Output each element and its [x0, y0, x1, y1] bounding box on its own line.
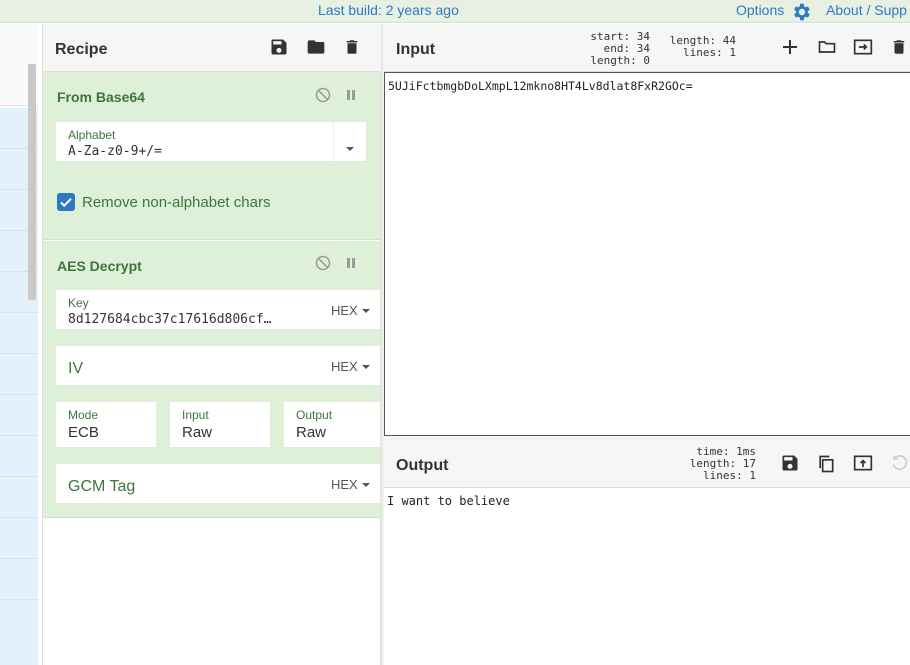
output-title: Output	[396, 457, 449, 474]
iv-placeholder: IV	[68, 360, 84, 377]
about-support-link[interactable]: About / Supp	[826, 2, 907, 18]
operation-title: From Base64	[57, 89, 145, 105]
output-stats: time: 1ms length: 17 lines: 1	[668, 446, 756, 482]
list-divider	[0, 558, 38, 559]
gcm-format-dropdown[interactable]: HEX	[331, 477, 370, 492]
list-divider	[0, 476, 38, 477]
recipe-title: Recipe	[55, 41, 108, 58]
operations-panel	[0, 24, 38, 665]
last-build-text: Last build: 2 years ago	[318, 2, 459, 18]
stat-lines: lines: 1	[703, 469, 756, 482]
input-header: Input start: 34 end: 34 length: 0 length…	[384, 24, 910, 72]
remove-nonalpha-checkbox[interactable]	[57, 193, 75, 211]
list-divider	[0, 435, 38, 436]
iv-format-dropdown[interactable]: HEX	[331, 359, 370, 374]
gcm-tag-placeholder: GCM Tag	[68, 478, 136, 495]
input-length-stats: length: 44 lines: 1	[660, 35, 736, 59]
input-format-value: Raw	[182, 424, 213, 441]
alphabet-value: A-Za-z0-9+/=	[68, 144, 162, 159]
undo-icon[interactable]	[890, 453, 910, 475]
pause-icon[interactable]	[343, 87, 359, 103]
input-title: Input	[396, 41, 436, 58]
folder-icon[interactable]	[305, 37, 327, 59]
pause-icon[interactable]	[343, 255, 359, 271]
key-value: 8d127684cbc37c17616d806cf…	[68, 312, 272, 327]
input-format-label: Input	[182, 408, 209, 422]
mode-field[interactable]: Mode ECB	[56, 402, 156, 448]
copy-icon[interactable]	[816, 453, 838, 475]
list-divider	[0, 394, 38, 395]
key-format-label: HEX	[331, 303, 358, 318]
list-divider	[0, 599, 38, 600]
list-divider	[0, 517, 38, 518]
iv-format-label: HEX	[331, 359, 358, 374]
operations-scrollbar[interactable]	[28, 64, 36, 300]
gcm-tag-field[interactable]: GCM Tag HEX	[56, 464, 380, 504]
output-format-field[interactable]: Output Raw	[284, 402, 380, 448]
options-link[interactable]: Options	[736, 2, 784, 18]
gear-icon[interactable]	[790, 1, 812, 23]
input-format-field[interactable]: Input Raw	[170, 402, 270, 448]
stat-sel-length: length: 0	[590, 54, 650, 67]
stat-lines: lines: 1	[683, 46, 736, 59]
iv-field[interactable]: IV HEX	[56, 346, 380, 386]
clear-input-trash-icon[interactable]	[890, 37, 910, 59]
list-divider	[0, 312, 38, 313]
gcm-format-label: HEX	[331, 477, 358, 492]
input-panel: Input start: 34 end: 34 length: 0 length…	[384, 24, 910, 437]
input-textarea[interactable]: 5UJiFctbmgbDoLXmpL12mkno8HT4Lv8dlat8FxR2…	[384, 72, 910, 436]
save-icon[interactable]	[269, 37, 291, 59]
add-input-icon[interactable]	[780, 37, 802, 59]
output-format-label: Output	[296, 408, 333, 422]
chevron-down-icon[interactable]	[346, 140, 354, 158]
replace-input-icon[interactable]	[852, 453, 874, 475]
disable-icon[interactable]	[315, 87, 331, 103]
chevron-down-icon	[361, 309, 370, 313]
output-panel: Output time: 1ms length: 17 lines: 1 I w…	[384, 440, 910, 665]
mode-label: Mode	[68, 408, 99, 422]
operation-title: AES Decrypt	[57, 258, 142, 274]
operation-from-base64[interactable]: From Base64 Alphabet A-Za-z0-9+/= Remove…	[43, 72, 382, 240]
field-divider	[333, 122, 334, 162]
alphabet-label: Alphabet	[68, 128, 116, 142]
list-divider	[0, 353, 38, 354]
key-label: Key	[68, 296, 89, 310]
output-header: Output time: 1ms length: 17 lines: 1	[384, 440, 910, 488]
output-format-value: Raw	[296, 424, 327, 441]
input-selection-stats: start: 34 end: 34 length: 0	[578, 31, 650, 67]
key-field[interactable]: Key 8d127684cbc37c17616d806cf… HEX	[56, 290, 380, 330]
output-text: I want to believe	[387, 494, 510, 508]
disable-icon[interactable]	[315, 255, 331, 271]
open-folder-icon[interactable]	[816, 37, 838, 59]
key-format-dropdown[interactable]: HEX	[331, 303, 370, 318]
recipe-header: Recipe	[43, 24, 382, 72]
alphabet-field[interactable]: Alphabet A-Za-z0-9+/=	[56, 122, 366, 162]
mode-value: ECB	[68, 424, 99, 441]
trash-icon[interactable]	[343, 37, 365, 59]
open-file-icon[interactable]	[852, 37, 874, 59]
chevron-down-icon	[361, 365, 370, 369]
save-output-icon[interactable]	[780, 453, 802, 475]
chevron-down-icon	[361, 483, 370, 487]
top-bar: Last build: 2 years ago Options About / …	[0, 0, 910, 23]
remove-nonalpha-label[interactable]: Remove non-alphabet chars	[82, 194, 270, 211]
operation-aes-decrypt[interactable]: AES Decrypt Key 8d127684cbc37c17616d806c…	[43, 241, 382, 518]
input-text: 5UJiFctbmgbDoLXmpL12mkno8HT4Lv8dlat8FxR2…	[388, 79, 693, 93]
recipe-panel: Recipe From Base64 Alphabet A-Za-z0-9+/=…	[42, 24, 382, 665]
